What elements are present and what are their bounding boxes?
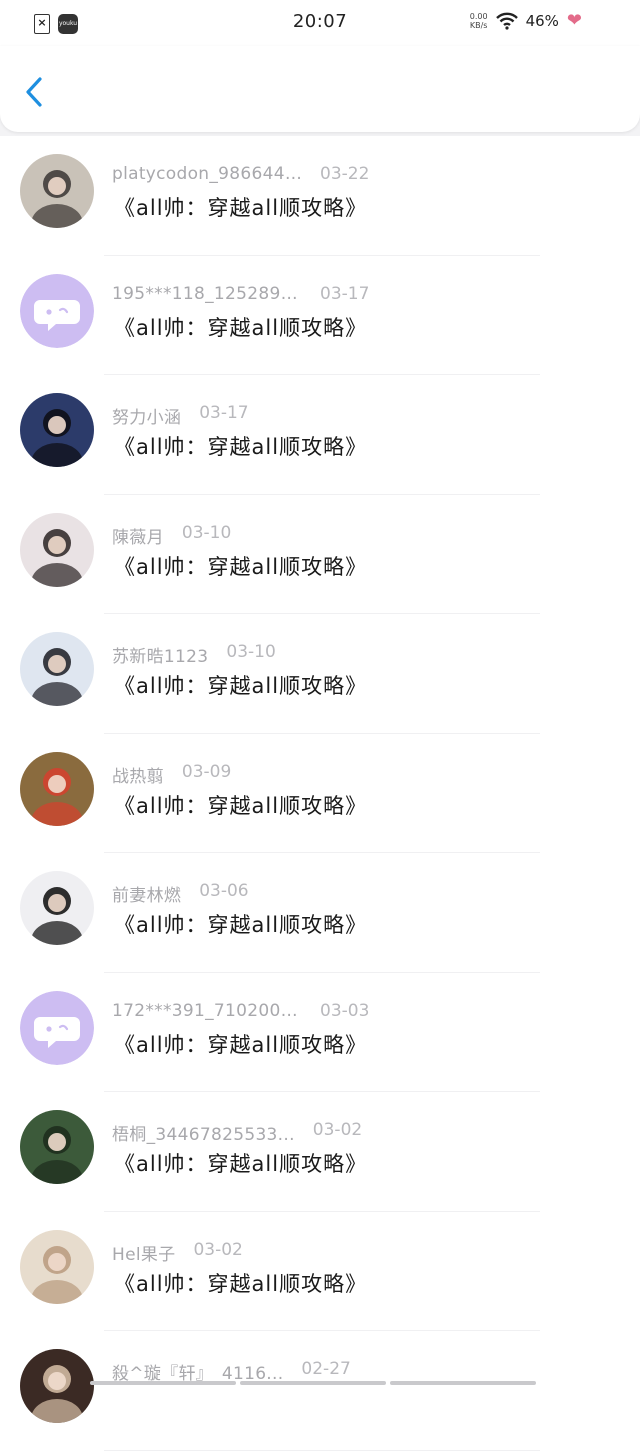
date: 03-17 <box>199 403 249 423</box>
status-right: 0.00 KB/s 46% ❤ <box>470 10 582 31</box>
book-title[interactable]: 《all帅：穿越all顺攻略》 <box>114 431 367 461</box>
username[interactable]: platycodon_98664465 <box>112 164 302 184</box>
username[interactable]: 梧桐_34467825533... <box>112 1120 295 1145</box>
username[interactable]: 172***391_7102003... <box>112 1001 302 1021</box>
user-photo-icon <box>20 1229 94 1304</box>
date: 03-02 <box>193 1239 243 1260</box>
list-item[interactable]: 195***118_1252891... 03-17 《all帅：穿越all顺攻略》 <box>0 255 640 375</box>
network-speed: 0.00 KB/s <box>470 12 488 30</box>
home-indicator-bar <box>240 1381 386 1385</box>
item-meta: 195***118_1252891... 03-17 <box>112 284 369 304</box>
list-item[interactable]: 梧桐_34467825533... 03-02 《all帅：穿越all顺攻略》 <box>0 1092 640 1212</box>
avatar[interactable] <box>20 1349 94 1423</box>
item-meta: platycodon_98664465 03-22 <box>112 164 369 184</box>
date: 03-09 <box>181 761 232 782</box>
list-item[interactable]: 172***391_7102003... 03-03 《all帅：穿越all顺攻略》 <box>0 972 640 1092</box>
username[interactable]: 努力小涵 <box>112 403 181 428</box>
user-photo-icon <box>20 154 94 228</box>
user-photo-icon <box>20 871 94 945</box>
username[interactable]: Hel果子 <box>112 1240 175 1265</box>
user-photo-icon <box>20 512 94 587</box>
username[interactable]: 前妻林燃 <box>112 881 181 906</box>
item-meta: 努力小涵 03-17 <box>112 403 249 428</box>
date: 03-10 <box>226 642 276 662</box>
home-indicator-bar <box>90 1381 236 1385</box>
avatar[interactable] <box>20 393 94 467</box>
item-meta: 战热翦 03-09 <box>112 762 231 787</box>
avatar[interactable] <box>20 273 94 348</box>
avatar[interactable] <box>20 1110 94 1184</box>
list-item[interactable]: 战热翦 03-09 《all帅：穿越all顺攻略》 <box>0 733 640 853</box>
book-title[interactable]: 《all帅：穿越all顺攻略》 <box>114 551 367 581</box>
item-meta: 陳薇月 03-10 <box>112 523 231 548</box>
date: 03-17 <box>320 283 370 304</box>
item-meta: 前妻林燃 03-06 <box>112 881 249 906</box>
book-title[interactable]: 《all帅：穿越all顺攻略》 <box>114 1268 367 1298</box>
username[interactable]: 战热翦 <box>112 762 164 787</box>
list-item[interactable]: 殺^璇『轩』_4116... 02-27 <box>0 1331 640 1451</box>
list-item[interactable]: 前妻林燃 03-06 《all帅：穿越all顺攻略》 <box>0 853 640 973</box>
user-photo-icon <box>20 1349 94 1423</box>
date: 03-22 <box>320 164 370 184</box>
book-title[interactable]: 《all帅：穿越all顺攻略》 <box>114 790 367 820</box>
username[interactable]: 陳薇月 <box>112 523 164 548</box>
book-title[interactable]: 《all帅：穿越all顺攻略》 <box>114 1029 367 1059</box>
book-title[interactable]: 《all帅：穿越all顺攻略》 <box>114 1148 367 1178</box>
avatar[interactable] <box>20 1229 94 1304</box>
default-avatar-icon <box>20 990 94 1065</box>
book-title[interactable]: 《all帅：穿越all顺攻略》 <box>114 312 367 342</box>
battery-level: 46% <box>525 12 559 30</box>
avatar[interactable] <box>20 871 94 945</box>
avatar[interactable] <box>20 154 94 228</box>
status-bar: × youku 20:07 0.00 KB/s 46% ❤ <box>0 0 640 46</box>
nav-bar <box>0 46 640 132</box>
avatar[interactable] <box>20 512 94 587</box>
avatar[interactable] <box>20 990 94 1065</box>
back-button[interactable] <box>14 72 54 112</box>
date: 03-06 <box>199 881 249 901</box>
username[interactable]: 苏新晧1123 <box>112 642 208 667</box>
user-photo-icon <box>20 751 94 826</box>
wifi-icon <box>495 12 518 30</box>
item-meta: 苏新晧1123 03-10 <box>112 642 276 667</box>
network-speed-unit: KB/s <box>469 21 488 30</box>
divider <box>104 1449 540 1451</box>
date: 03-02 <box>312 1120 363 1140</box>
home-indicator-bar <box>390 1381 536 1385</box>
list-item[interactable]: 努力小涵 03-17 《all帅：穿越all顺攻略》 <box>0 375 640 495</box>
book-title[interactable]: 《all帅：穿越all顺攻略》 <box>114 192 367 222</box>
list-item[interactable]: 苏新晧1123 03-10 《all帅：穿越all顺攻略》 <box>0 614 640 734</box>
heart-battery-icon: ❤ <box>566 10 582 31</box>
list-item[interactable]: 陳薇月 03-10 《all帅：穿越all顺攻略》 <box>0 494 640 614</box>
user-photo-icon <box>20 393 94 467</box>
date: 03-10 <box>181 522 232 543</box>
user-photo-icon <box>20 1110 94 1184</box>
network-speed-value: 0.00 <box>469 12 488 21</box>
home-indicator <box>90 1381 536 1385</box>
book-title[interactable]: 《all帅：穿越all顺攻略》 <box>114 670 367 700</box>
item-meta: Hel果子 03-02 <box>112 1240 243 1265</box>
date: 03-03 <box>320 1000 370 1021</box>
avatar[interactable] <box>20 632 94 706</box>
list-item[interactable]: Hel果子 03-02 《all帅：穿越all顺攻略》 <box>0 1211 640 1331</box>
username[interactable]: 195***118_1252891... <box>112 284 302 304</box>
book-title[interactable]: 《all帅：穿越all顺攻略》 <box>114 909 367 939</box>
chevron-left-icon <box>26 77 42 107</box>
reader-list: platycodon_98664465 03-22 《all帅：穿越all顺攻略》 1… <box>0 136 640 1451</box>
list-item[interactable]: platycodon_98664465 03-22 《all帅：穿越all顺攻略》 <box>0 136 640 256</box>
user-photo-icon <box>20 632 94 706</box>
avatar[interactable] <box>20 751 94 826</box>
default-avatar-icon <box>20 273 94 348</box>
item-meta: 梧桐_34467825533... 03-02 <box>112 1120 362 1145</box>
item-meta: 172***391_7102003... 03-03 <box>112 1001 369 1021</box>
